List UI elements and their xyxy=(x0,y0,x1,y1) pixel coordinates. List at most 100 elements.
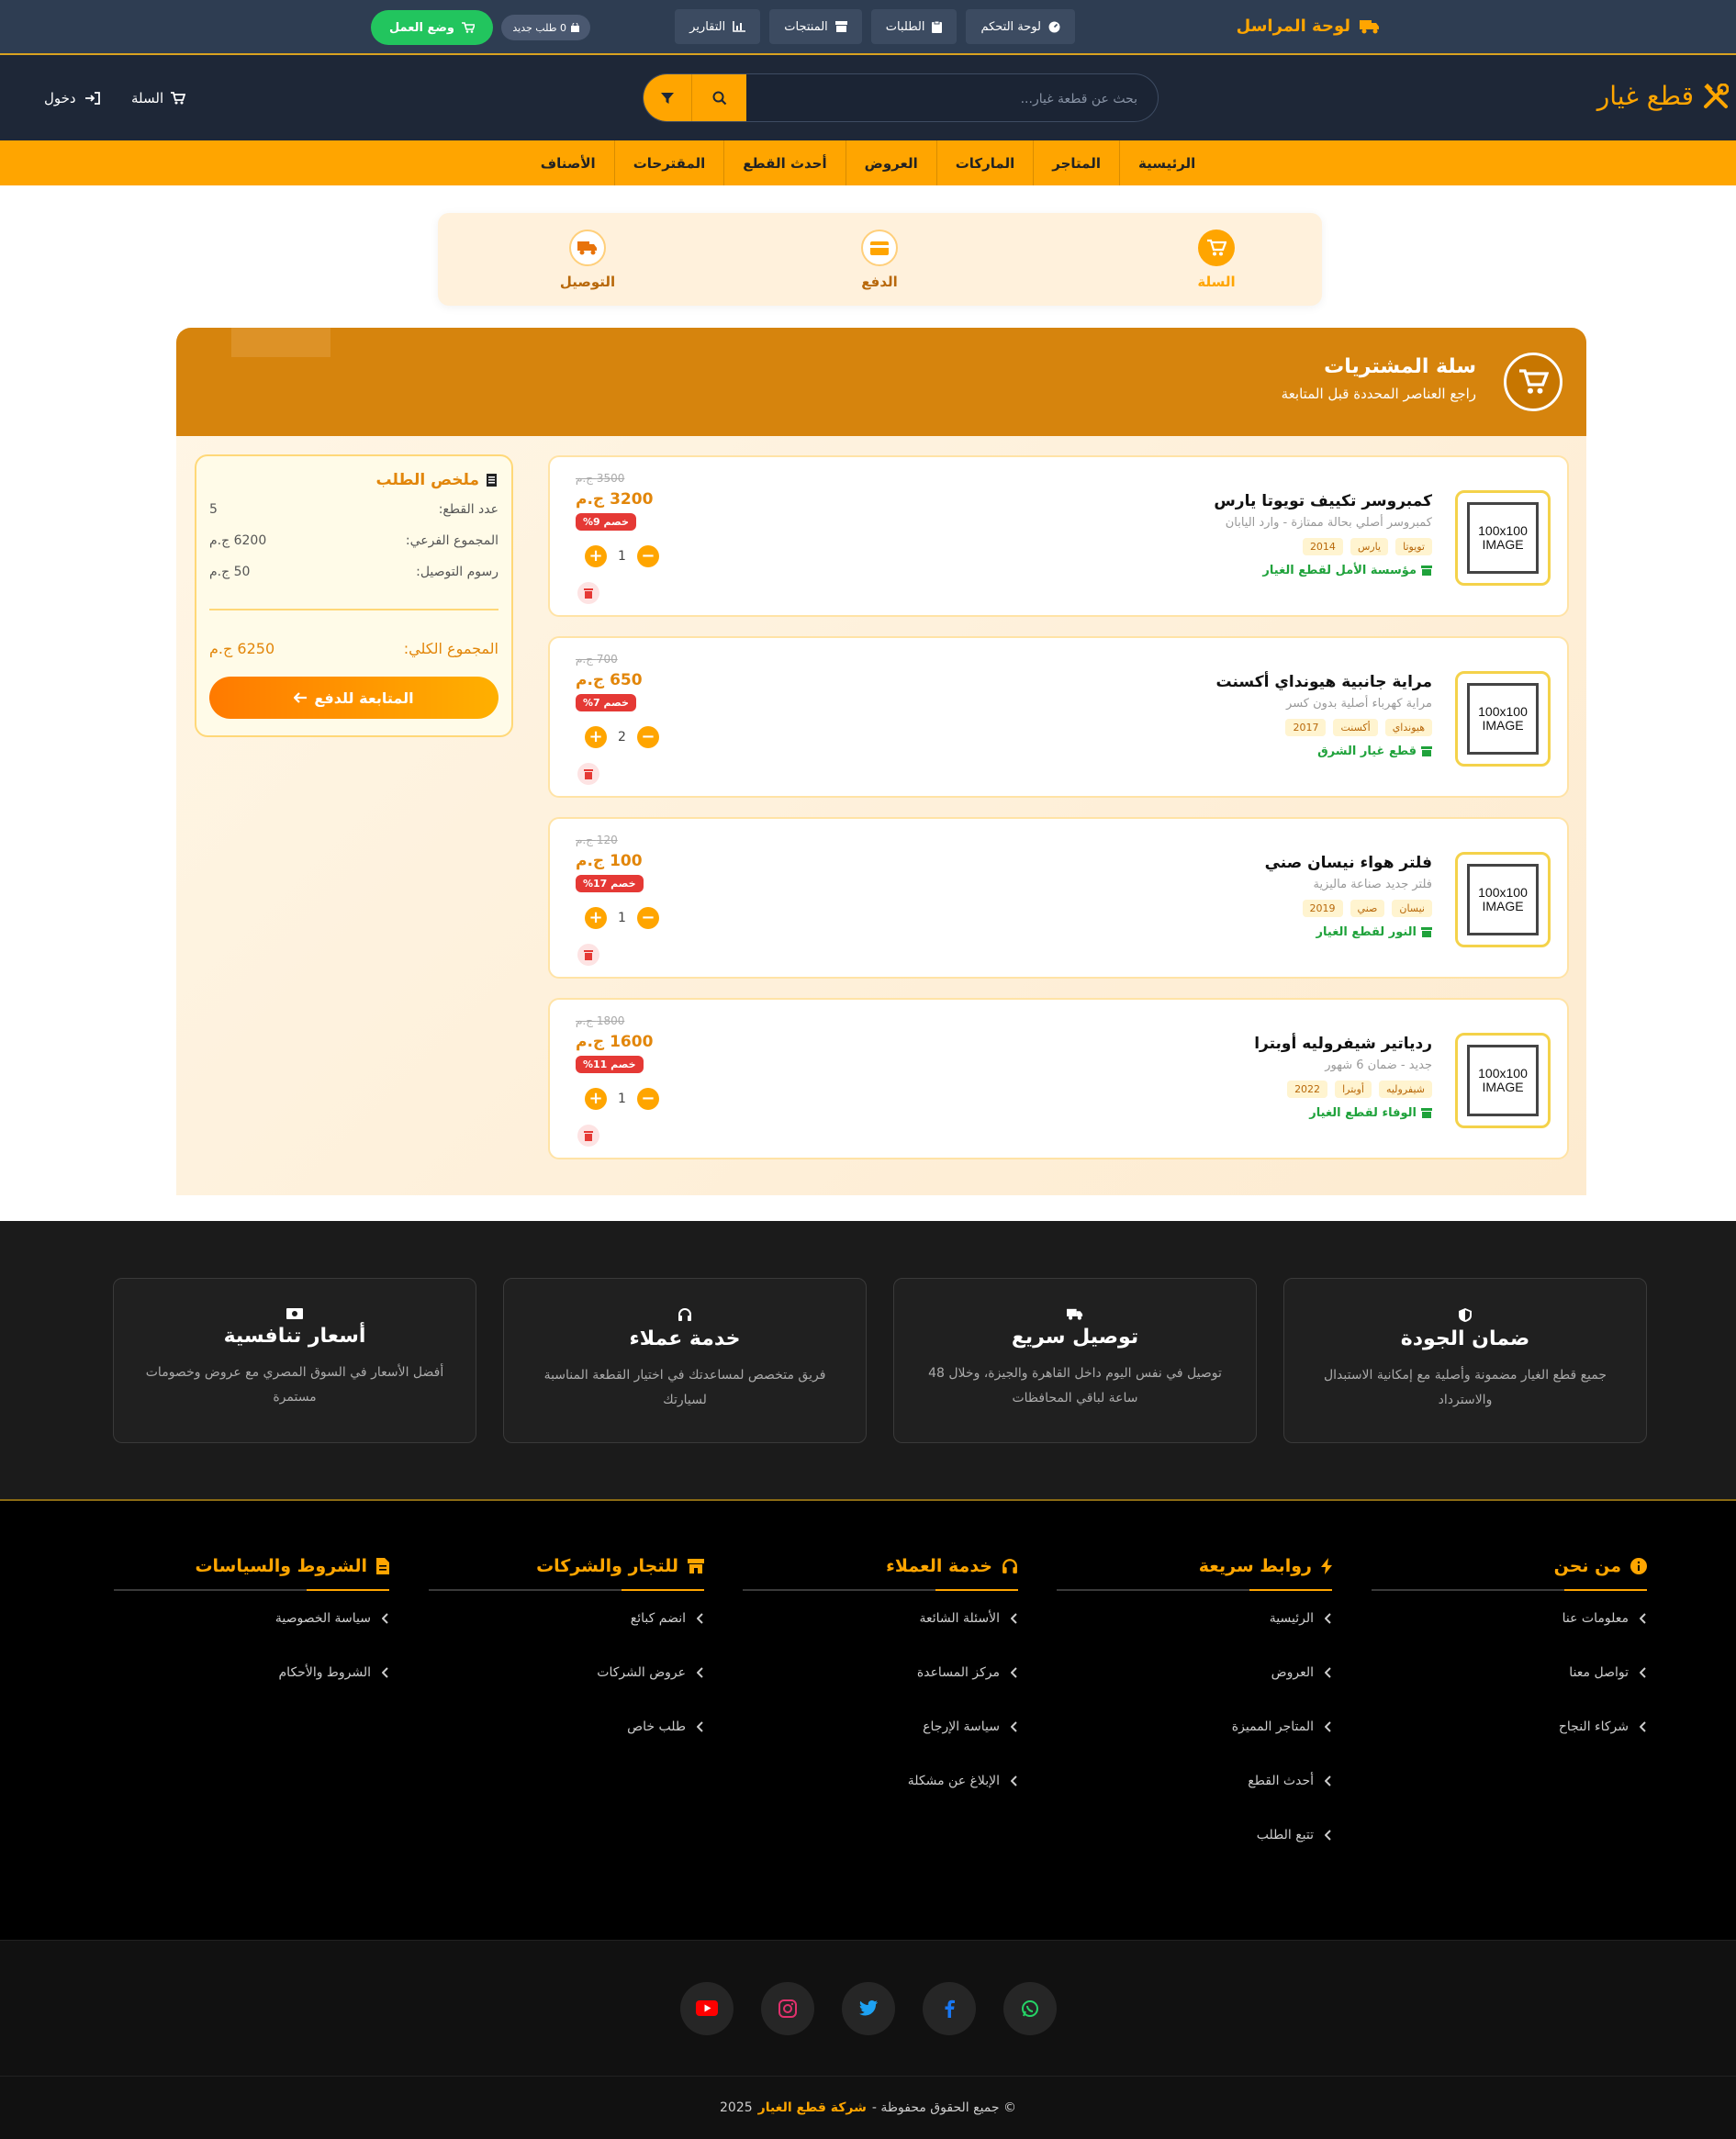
quantity-stepper: +2− xyxy=(585,726,659,748)
footer-link[interactable]: الرئيسية xyxy=(1057,1591,1332,1645)
shipping-value: 50 ج.م xyxy=(209,565,251,579)
twitter-button[interactable] xyxy=(841,1981,895,2035)
increase-button[interactable]: + xyxy=(585,726,607,748)
footer-link[interactable]: سياسة الإرجاع xyxy=(743,1699,1018,1753)
total-value: 6250 ج.م xyxy=(209,640,275,657)
footer-link[interactable]: معلومات عنا xyxy=(1372,1591,1647,1645)
product-image[interactable]: 100x100 IMAGE xyxy=(1455,490,1551,586)
product-image[interactable]: 100x100 IMAGE xyxy=(1455,1033,1551,1128)
feature-card: ضمان الجودة جميع قطع الغيار مضمونة وأصلي… xyxy=(1283,1278,1647,1443)
products-button[interactable]: المنتجات xyxy=(769,9,862,44)
tag: أوبترا xyxy=(1335,1081,1372,1098)
delete-button[interactable] xyxy=(577,944,599,966)
footer-link[interactable]: المتاجر المميزة xyxy=(1057,1699,1332,1753)
tag: 2022 xyxy=(1287,1081,1328,1098)
orders-button[interactable]: الطلبات xyxy=(870,9,958,44)
new-orders-badge[interactable]: 0 طلب جديد xyxy=(501,15,590,40)
footer-heading-text: من نحن xyxy=(1553,1556,1621,1576)
store-name: قطع غيار الشرق xyxy=(1317,745,1417,758)
topbar-menu: لوحة التحكم الطلبات المنتجات التقارير xyxy=(675,9,1075,44)
footer-link-text: العروض xyxy=(1271,1664,1314,1680)
facebook-button[interactable] xyxy=(922,1981,976,2035)
footer-heading: من نحن xyxy=(1372,1556,1647,1576)
footer-link[interactable]: طلب خاص xyxy=(429,1699,704,1753)
item-store[interactable]: النور لقطع الغيار xyxy=(1316,925,1432,939)
whatsapp-button[interactable] xyxy=(1002,1981,1057,2035)
step-cart[interactable]: السلة xyxy=(1161,230,1271,290)
decrease-button[interactable]: − xyxy=(636,726,659,748)
footer-link[interactable]: الأسئلة الشائعة xyxy=(743,1591,1018,1645)
work-mode-button[interactable]: وضع العمل xyxy=(370,10,493,45)
footer-link-text: طلب خاص xyxy=(627,1719,686,1734)
store-name: النور لقطع الغيار xyxy=(1316,925,1417,939)
footer-link-text: انضم كبائع xyxy=(630,1610,686,1626)
footer-link[interactable]: الشروط والأحكام xyxy=(114,1645,389,1699)
footer-link[interactable]: تتبع الطلب xyxy=(1057,1808,1332,1862)
item-name[interactable]: فلتر هواء نيسان صني xyxy=(1265,854,1432,872)
nav-offers[interactable]: العروض xyxy=(845,140,936,185)
store-name: مؤسسة الأمل لقطع الغيار xyxy=(1262,564,1417,577)
item-name[interactable]: كمبروسر تكييف تويوتا يارس xyxy=(1214,492,1432,510)
nav-home[interactable]: الرئيسية xyxy=(1118,140,1214,185)
site-logo[interactable]: قطع غيار xyxy=(1597,81,1729,111)
delete-button[interactable] xyxy=(577,1125,599,1147)
heading-underline xyxy=(114,1589,389,1591)
item-price: 3200 ج.م xyxy=(576,490,654,509)
footer-link[interactable]: مركز المساعدة xyxy=(743,1645,1018,1699)
decrease-button[interactable]: − xyxy=(636,907,659,929)
feature-title: ضمان الجودة xyxy=(1400,1327,1530,1350)
increase-button[interactable]: + xyxy=(585,545,607,567)
footer-link[interactable]: شركاء النجاح xyxy=(1372,1699,1647,1753)
instagram-icon xyxy=(778,1999,797,2018)
delete-button[interactable] xyxy=(577,763,599,785)
youtube-button[interactable] xyxy=(679,1981,734,2035)
decrease-button[interactable]: − xyxy=(636,1088,659,1110)
footer-link[interactable]: سياسة الخصوصية xyxy=(114,1591,389,1645)
checkout-steps: السلة الدفع التوصيل xyxy=(438,213,1322,306)
footer-link[interactable]: الإبلاغ عن مشكلة xyxy=(743,1753,1018,1808)
nav-latest-parts[interactable]: أحدث القطع xyxy=(723,140,845,185)
heading-underline xyxy=(429,1589,704,1591)
main-nav: الرئيسية المتاجر الماركات العروض أحدث ال… xyxy=(0,140,1736,185)
search-button[interactable] xyxy=(691,74,746,121)
item-name[interactable]: مراية جانبية هيونداي أكسنت xyxy=(1215,673,1432,691)
nav-stores[interactable]: المتاجر xyxy=(1033,140,1119,185)
footer-link[interactable]: عروض الشركات xyxy=(429,1645,704,1699)
delete-button[interactable] xyxy=(577,582,599,604)
product-image[interactable]: 100x100 IMAGE xyxy=(1455,671,1551,767)
footer-link[interactable]: أحدث القطع xyxy=(1057,1753,1332,1808)
footer-link[interactable]: العروض xyxy=(1057,1645,1332,1699)
arrow-left-icon xyxy=(294,692,308,703)
login-link[interactable]: دخول xyxy=(44,90,100,106)
increase-button[interactable]: + xyxy=(585,907,607,929)
increase-button[interactable]: + xyxy=(585,1088,607,1110)
discount-badge: خصم 9% xyxy=(576,513,636,531)
footer-heading: للتجار والشركات xyxy=(429,1556,704,1576)
cart-link[interactable]: السلة xyxy=(131,90,186,106)
nav-suggestions[interactable]: المقترحات xyxy=(613,140,724,185)
instagram-button[interactable] xyxy=(760,1981,814,2035)
nav-categories[interactable]: الأصناف xyxy=(522,140,614,185)
footer-link-text: عروض الشركات xyxy=(597,1664,686,1680)
decrease-button[interactable]: − xyxy=(636,545,659,567)
cart-subtitle: راجع العناصر المحددة قبل المتابعة xyxy=(1281,386,1476,402)
company-name[interactable]: شركة قطع الغيار xyxy=(758,2100,867,2115)
footer-link[interactable]: انضم كبائع xyxy=(429,1591,704,1645)
item-store[interactable]: مؤسسة الأمل لقطع الغيار xyxy=(1262,564,1432,577)
product-image[interactable]: 100x100 IMAGE xyxy=(1455,852,1551,947)
step-delivery[interactable]: التوصيل xyxy=(532,230,643,290)
checkout-button[interactable]: المتابعة للدفع xyxy=(209,677,498,719)
nav-brands[interactable]: الماركات xyxy=(935,140,1034,185)
item-name[interactable]: ردياتير شيفروليه أوبترا xyxy=(1254,1035,1432,1053)
filter-button[interactable] xyxy=(644,74,691,121)
reports-button[interactable]: التقارير xyxy=(675,9,761,44)
dashboard-button[interactable]: لوحة التحكم xyxy=(966,9,1075,44)
item-store[interactable]: الوفاء لقطع الغيار xyxy=(1309,1106,1432,1120)
item-store[interactable]: قطع غيار الشرق xyxy=(1317,745,1432,758)
cart-item: 100x100 IMAGE ردياتير شيفروليه أوبترا جد… xyxy=(548,998,1569,1159)
footer-link[interactable]: تواصل معنا xyxy=(1372,1645,1647,1699)
feature-desc: جميع قطع الغيار مضمونة وأصلية مع إمكانية… xyxy=(1323,1368,1607,1407)
step-payment[interactable]: الدفع xyxy=(824,230,935,290)
search-input[interactable]: بحث عن قطعة غيار... xyxy=(746,89,1158,106)
quantity-stepper: +1− xyxy=(585,545,659,567)
